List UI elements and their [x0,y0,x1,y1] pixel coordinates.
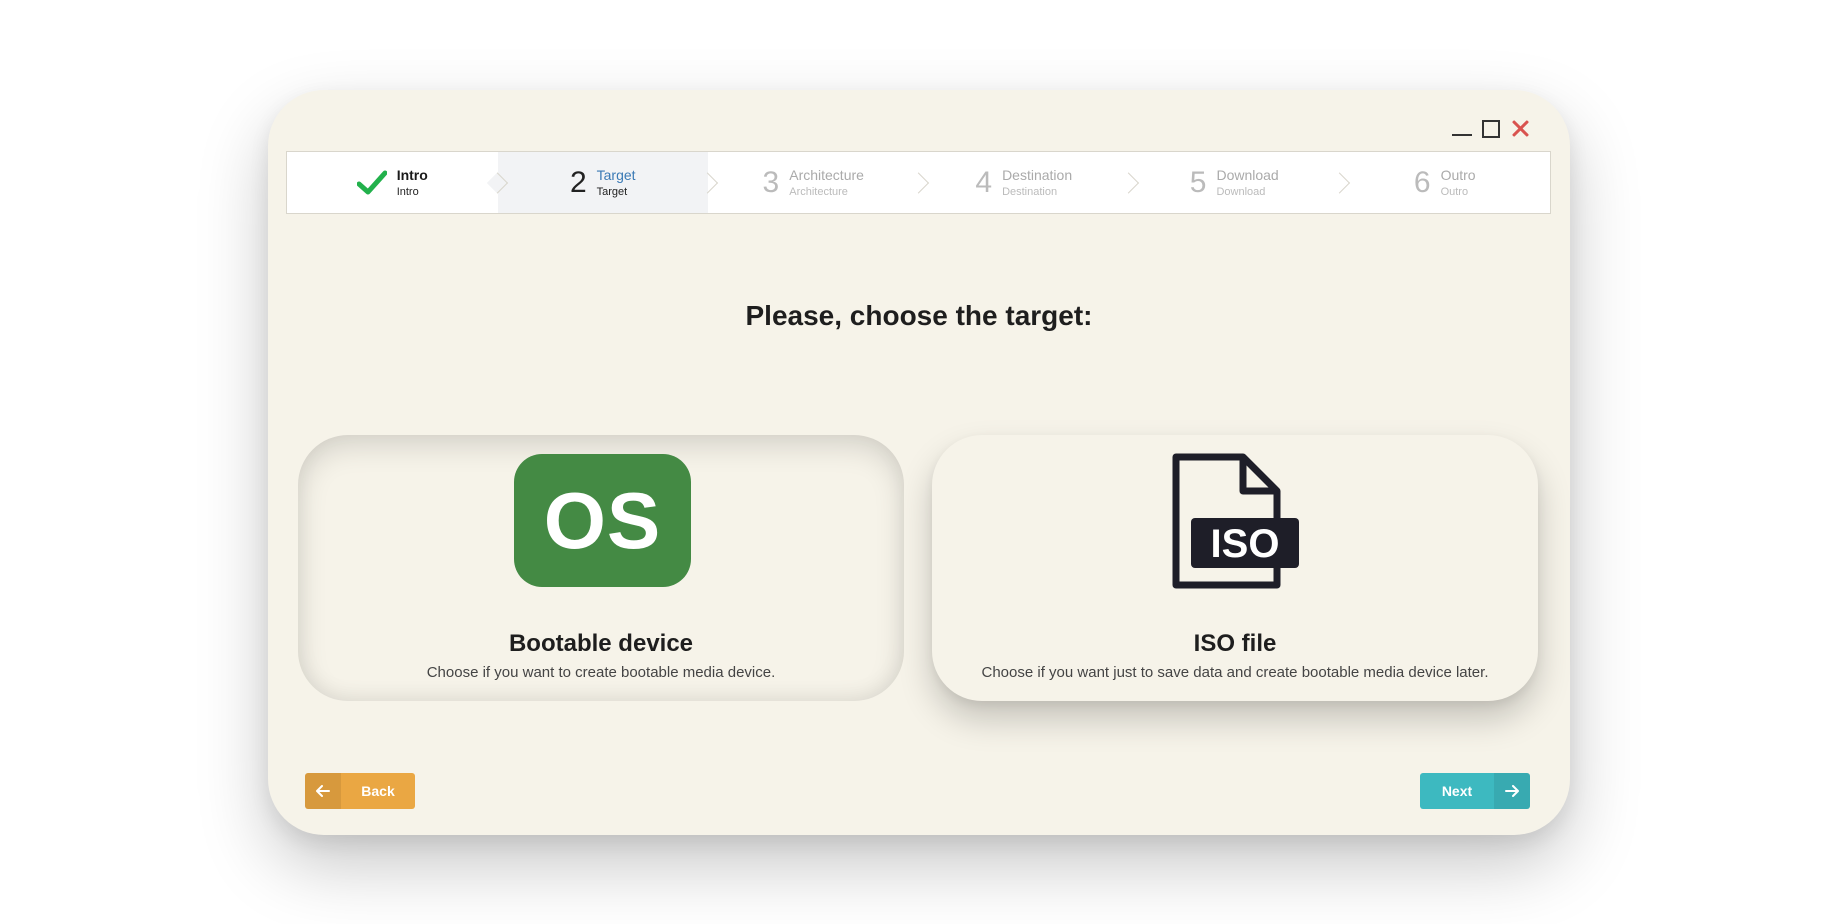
page-title: Please, choose the target: [745,300,1093,331]
step-subtitle: Destination [1002,185,1058,198]
bootable-device-option[interactable]: OS Bootable device Choose if you want to… [298,435,904,701]
maximize-icon[interactable] [1482,120,1500,138]
back-label: Back [361,783,395,799]
arrow-left-icon [305,773,341,809]
step-target[interactable]: 2 Target Target [497,152,708,213]
step-number: 4 [975,165,993,199]
step-subtitle: Outro [1440,185,1469,198]
step-subtitle: Architecture [789,185,848,198]
installer-window: Intro Intro 2 Target Target 3 Architectu… [268,90,1570,835]
arrow-right-icon [1494,773,1530,809]
step-title: Destination [1002,166,1073,183]
step-intro[interactable]: Intro Intro [287,152,498,213]
minimize-icon[interactable] [1452,134,1472,136]
step-outro[interactable]: 6 Outro Outro [1340,152,1551,213]
step-download[interactable]: 5 Download Download [1129,152,1340,213]
option-description: Choose if you want to create bootable me… [426,664,776,681]
back-button[interactable]: Back [305,773,415,809]
step-number: 3 [762,165,780,199]
step-number: 2 [569,165,587,199]
step-title: Intro [396,166,428,183]
step-title: Target [596,166,636,183]
step-subtitle: Target [596,185,628,198]
next-label: Next [1441,783,1473,799]
option-title: Bootable device [508,630,694,657]
window-controls [1452,114,1530,138]
step-subtitle: Intro [396,185,419,198]
iso-file-icon: ISO [1172,453,1299,589]
step-subtitle: Download [1216,185,1266,198]
step-destination[interactable]: 4 Destination Destination [919,152,1130,213]
close-icon[interactable] [1510,118,1530,138]
step-architecture[interactable]: 3 Architecture Architecture [708,152,919,213]
step-number: 5 [1189,165,1207,199]
check-icon [356,170,387,194]
option-title: ISO file [1193,630,1277,657]
step-number: 6 [1413,165,1431,199]
wizard-steps: Intro Intro 2 Target Target 3 Architectu… [286,151,1551,214]
os-icon: OS [514,454,691,587]
iso-file-option[interactable]: ISO ISO file Choose if you want just to … [932,435,1538,701]
svg-text:ISO: ISO [1211,522,1280,566]
step-title: Outro [1440,166,1476,183]
option-description: Choose if you want just to save data and… [981,664,1489,681]
step-title: Architecture [789,166,864,183]
step-title: Download [1216,166,1279,183]
next-button[interactable]: Next [1420,773,1530,809]
